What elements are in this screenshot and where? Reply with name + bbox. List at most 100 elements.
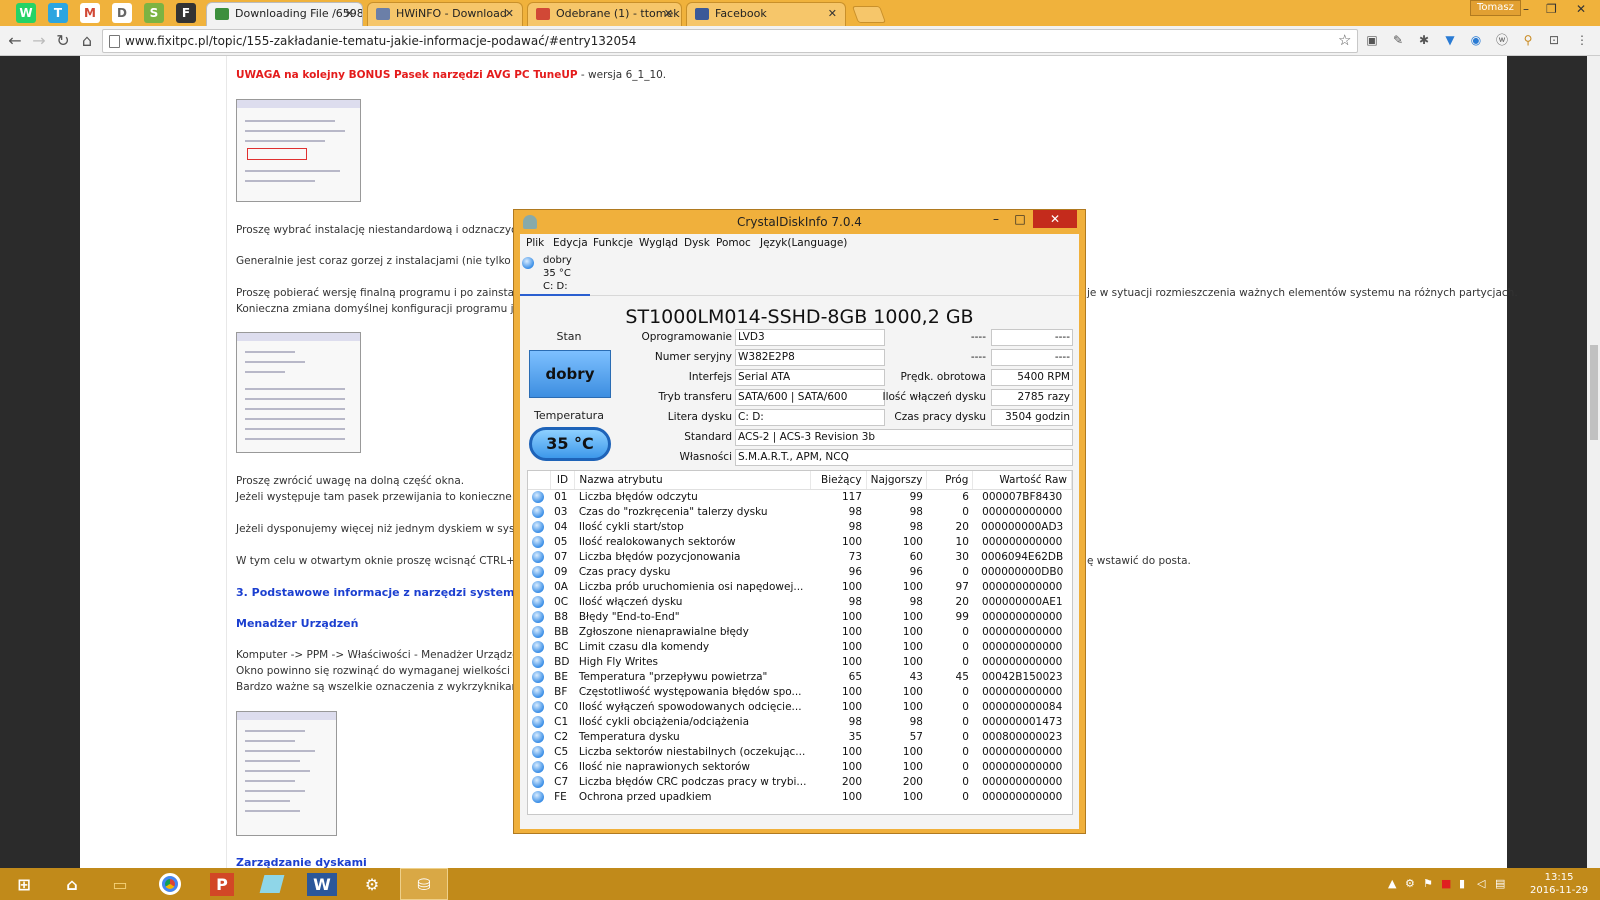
extension-icon[interactable]: ◉ [1468, 32, 1484, 48]
maximize-icon[interactable]: □ [1008, 210, 1032, 230]
clock[interactable]: 13:15 2016-11-29 [1530, 871, 1588, 897]
page-info-icon[interactable] [109, 35, 120, 48]
back-icon[interactable]: ← [4, 30, 26, 52]
tab-facebook[interactable]: Facebook ✕ [686, 2, 846, 26]
powerpoint-icon[interactable]: P [198, 868, 246, 900]
temperature-button[interactable]: 35 °C [529, 427, 611, 461]
close-window-icon[interactable]: ✕ [1576, 2, 1586, 16]
home-icon[interactable]: ⌂ [76, 30, 98, 52]
table-row[interactable]: C2 Temperatura dysku 35 57 0 000800000023 [528, 729, 1072, 744]
close-tab-icon[interactable]: ✕ [828, 7, 837, 20]
extension-icon[interactable]: ✱ [1416, 32, 1432, 48]
status-column-header[interactable] [528, 471, 551, 490]
table-row[interactable]: 04 Ilość cykli start/stop 98 98 20 000000000A… [528, 519, 1072, 534]
network-icon[interactable]: ⚙ [1405, 877, 1415, 890]
menu-view[interactable]: Wygląd [639, 237, 678, 249]
start-icon[interactable]: ⊞ [0, 868, 48, 900]
minimize-icon[interactable]: – [1523, 2, 1529, 16]
whatsapp-pinned-tab[interactable]: W [16, 3, 36, 23]
table-row[interactable]: 05 Ilość realokowanych sektorów 100 100 10 00… [528, 534, 1072, 549]
table-row[interactable]: 03 Czas do "rozkręcenia" talerzy dysku 98 9… [528, 504, 1072, 519]
table-row[interactable]: BB Zgłoszone nienaprawialne błędy 100 100 0 0… [528, 624, 1072, 639]
table-row[interactable]: C6 Ilość nie naprawionych sektorów 100 100 0… [528, 759, 1072, 774]
pipette-icon[interactable]: ✎ [1390, 32, 1406, 48]
menu-edit[interactable]: Edycja [553, 237, 588, 249]
volume-icon[interactable]: ◁ [1477, 877, 1485, 890]
reload-icon[interactable]: ↻ [52, 30, 74, 52]
flag-icon[interactable]: ⚑ [1423, 877, 1433, 890]
screenshot-thumbnail[interactable] [236, 711, 337, 836]
new-tab-button[interactable] [851, 6, 887, 23]
menu-disk[interactable]: Dysk [684, 237, 710, 249]
tool-icon[interactable]: ⚙ [348, 868, 396, 900]
table-row[interactable]: 0C Ilość włączeń dysku 98 98 20 000000000AE1 [528, 594, 1072, 609]
disk-tab[interactable]: dobry 35 °C C: D: [520, 254, 590, 296]
tab-downloading[interactable]: Downloading File /6598 ✕ [206, 2, 363, 26]
extension-icon[interactable]: ⊡ [1546, 32, 1562, 48]
smart-attributes-table[interactable]: ID Nazwa atrybutu Bieżący Najgorszy Próg… [527, 470, 1073, 815]
table-row[interactable]: B8 Błędy "End-to-End" 100 100 99 000000000000 [528, 609, 1072, 624]
restore-icon[interactable]: ❐ [1546, 2, 1557, 16]
close-tab-icon[interactable]: ✕ [664, 7, 673, 20]
telegram-pinned-tab[interactable]: T [48, 3, 68, 23]
menu-icon[interactable]: ⋮ [1574, 32, 1590, 48]
extension-icon[interactable]: ⚲ [1520, 32, 1536, 48]
column-header[interactable]: Próg [926, 471, 974, 490]
menu-file[interactable]: Plik [526, 237, 544, 249]
table-row[interactable]: BC Limit czasu dla komendy 100 100 0 00000000… [528, 639, 1072, 654]
table-row[interactable]: 07 Liczba błędów pozycjonowania 73 60 30 0006… [528, 549, 1072, 564]
close-tab-icon[interactable]: ✕ [345, 7, 354, 20]
table-row[interactable]: C0 Ilość wyłączeń spowodowanych odcięcie.… [528, 699, 1072, 714]
table-row[interactable]: C1 Ilość cykli obciążenia/odciążenia 98 98 0… [528, 714, 1072, 729]
table-row[interactable]: BE Temperatura "przepływu powietrza" 65 43 4… [528, 669, 1072, 684]
notepad-icon[interactable] [248, 868, 296, 900]
screenshot-thumbnail[interactable] [236, 99, 361, 202]
table-row[interactable]: 01 Liczba błędów odczytu 117 99 6 000007BF843… [528, 489, 1072, 504]
health-status-button[interactable]: dobry [529, 350, 611, 398]
bookmark-star-icon[interactable]: ☆ [1338, 31, 1351, 49]
table-row[interactable]: BD High Fly Writes 100 100 0 000000000000 [528, 654, 1072, 669]
close-tab-icon[interactable]: ✕ [505, 7, 514, 20]
column-header[interactable]: Wartość Raw [972, 471, 1072, 490]
menu-help[interactable]: Pomoc [716, 237, 751, 249]
sheet-pinned-tab[interactable]: S [144, 3, 164, 23]
screenshot-thumbnail[interactable] [236, 332, 361, 453]
battery-icon[interactable]: ▮ [1459, 877, 1465, 890]
scrollbar-thumb[interactable] [1590, 345, 1598, 440]
table-row[interactable]: C5 Liczba sektorów niestabilnych (oczekuj… [528, 744, 1072, 759]
gmail-pinned-tab[interactable]: M [80, 3, 100, 23]
antivirus-icon[interactable]: ■ [1441, 877, 1451, 890]
profile-badge[interactable]: Tomasz [1470, 0, 1521, 16]
keyboard-icon[interactable]: ▤ [1495, 877, 1505, 890]
minimize-icon[interactable]: – [984, 210, 1008, 230]
explorer-icon[interactable]: ▭ [96, 868, 144, 900]
tab-hwinfo[interactable]: HWiNFO - Download ✕ [367, 2, 523, 26]
attribute-status-icon [532, 655, 544, 668]
crystaldiskinfo-icon[interactable]: ⛁ [400, 868, 448, 900]
menu-functions[interactable]: Funkcje [593, 237, 633, 249]
word-icon[interactable]: W [298, 868, 346, 900]
column-header[interactable]: Bieżący [810, 471, 867, 490]
table-row[interactable]: 09 Czas pracy dysku 96 96 0 000000000DB0 [528, 564, 1072, 579]
extension-icon[interactable]: ▼ [1442, 32, 1458, 48]
page-scrollbar[interactable] [1587, 56, 1600, 868]
table-row[interactable]: BF Częstotliwość występowania błędów spo.… [528, 684, 1072, 699]
home-icon[interactable]: ⌂ [48, 868, 96, 900]
table-row[interactable]: FE Ochrona przed upadkiem 100 100 0 000000000… [528, 789, 1072, 804]
forward-icon[interactable]: → [28, 30, 50, 52]
address-bar[interactable]: www.fixitpc.pl/topic/155-zakładanie-tema… [102, 29, 1358, 53]
column-header[interactable]: Nazwa atrybutu [574, 471, 811, 490]
fixitpc-pinned-tab[interactable]: F [176, 3, 196, 23]
column-header[interactable]: Najgorszy [866, 471, 928, 490]
menu-language[interactable]: Język(Language) [760, 237, 847, 249]
table-row[interactable]: 0A Liczba prób uruchomienia osi napędowej… [528, 579, 1072, 594]
tab-gmail[interactable]: Odebrane (1) - ttomek ✕ [527, 2, 682, 26]
chrome-icon[interactable] [146, 868, 194, 900]
extension-icon[interactable]: ▣ [1364, 32, 1380, 48]
doc-pinned-tab[interactable]: D [112, 3, 132, 23]
close-icon[interactable]: ✕ [1033, 210, 1077, 228]
column-header[interactable]: ID [550, 471, 576, 490]
tray-arrow-icon[interactable]: ▲ [1388, 877, 1396, 890]
table-row[interactable]: C7 Liczba błędów CRC podczas pracy w tryb… [528, 774, 1072, 789]
extension-icon[interactable]: ⓦ [1494, 32, 1510, 48]
